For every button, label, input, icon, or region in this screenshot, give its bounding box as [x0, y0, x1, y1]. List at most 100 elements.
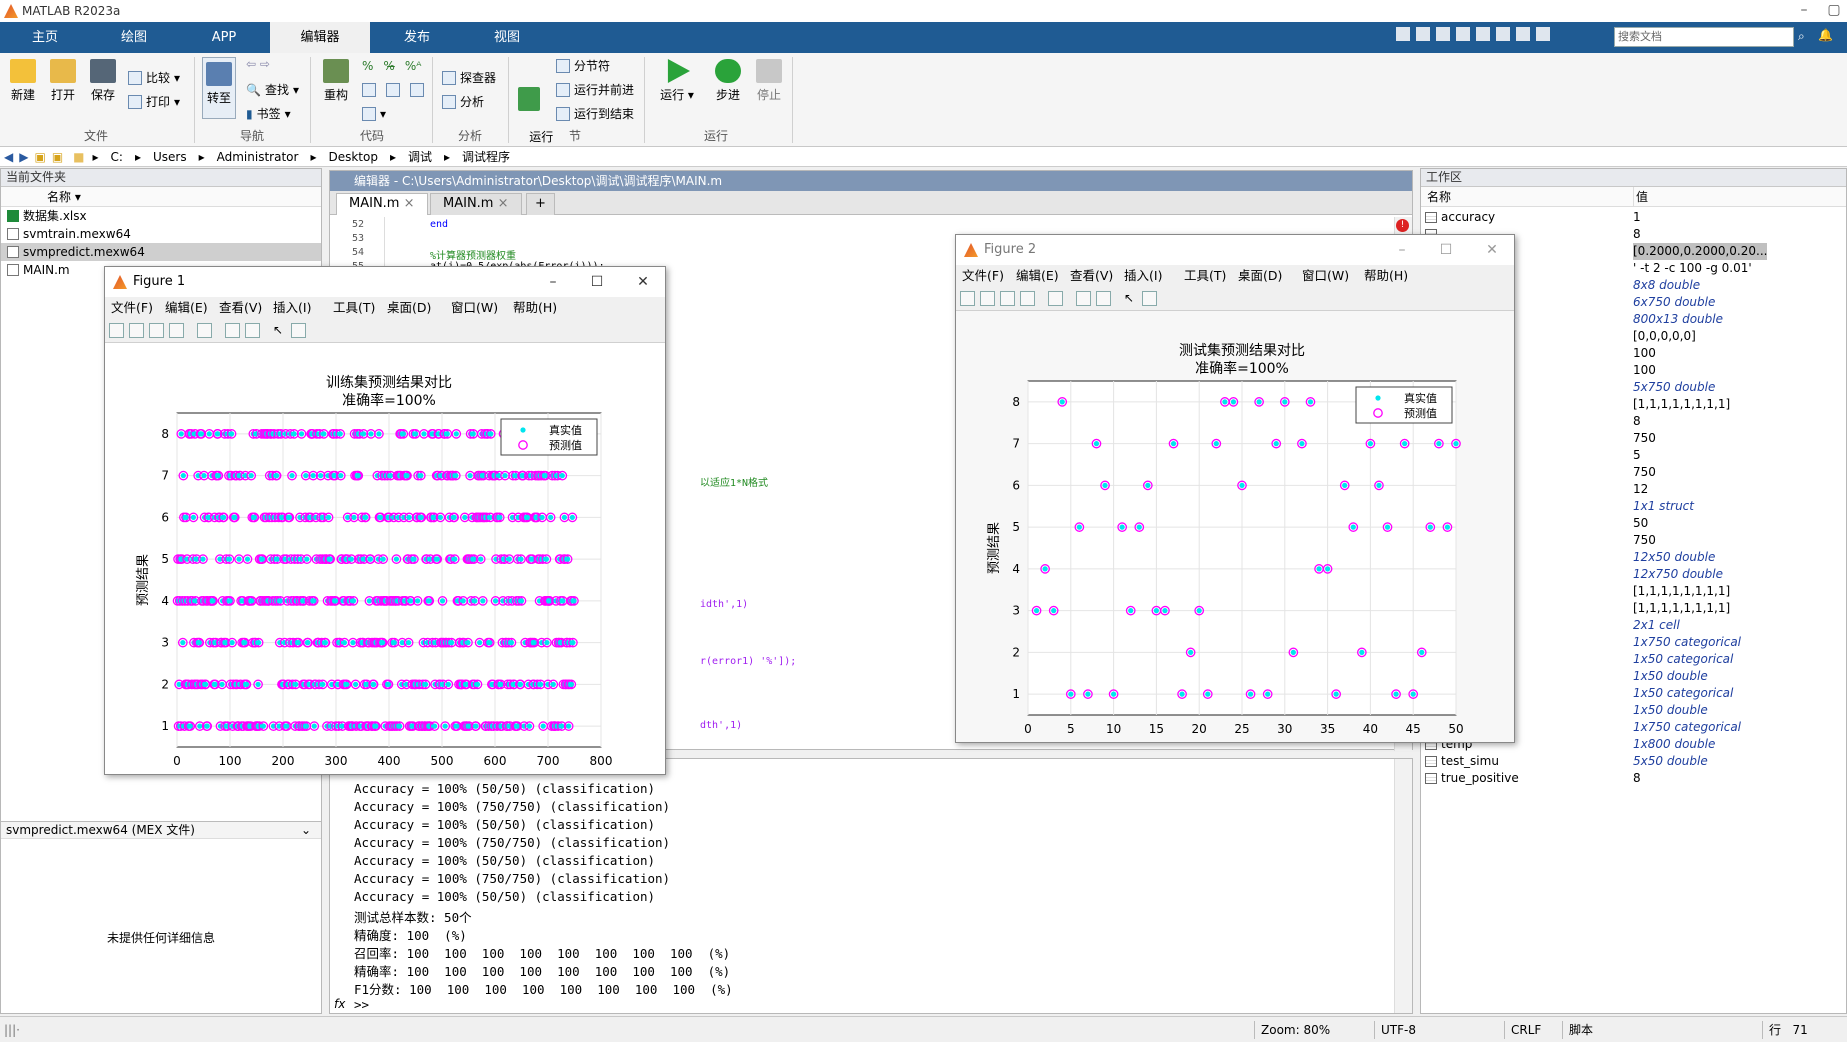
save-figure-icon[interactable]	[1000, 291, 1015, 306]
copy-icon[interactable]	[1436, 27, 1450, 41]
run-button[interactable]: 运行 ▾	[660, 59, 694, 103]
figure-menu-item[interactable]: 插入(I)	[1124, 265, 1162, 287]
chevron-down-icon[interactable]: ⌄	[301, 822, 311, 839]
training-scatter-chart[interactable]: 0 100 200 300 400 500 600 700 800 1 2 3 4 5 6 7 8 训练集预测结果…	[105, 343, 665, 789]
path-segment[interactable]: 调试	[408, 148, 432, 165]
command-prompt[interactable]: >>	[354, 997, 369, 1012]
name-column-header[interactable]: 名称	[47, 190, 71, 204]
step-button[interactable]: 步进	[710, 59, 746, 103]
figure-menu-item[interactable]: 工具(T)	[333, 297, 375, 319]
figure-menu-item[interactable]: 查看(V)	[219, 297, 262, 319]
switch-windows-icon[interactable]	[1516, 27, 1530, 41]
property-inspector-icon[interactable]	[291, 323, 306, 338]
bookmark-button[interactable]: ▮ 书签 ▾	[246, 105, 291, 122]
minimize-icon[interactable]: –	[1382, 235, 1422, 265]
smart-indent-icon[interactable]	[362, 83, 376, 97]
section-break-button[interactable]: 分节符	[556, 57, 610, 74]
figure-menu-item[interactable]: 编辑(E)	[1016, 265, 1059, 287]
workspace-row[interactable]: test_simu 5x50 double	[1421, 753, 1847, 770]
file-detail-header[interactable]: svmpredict.mexw64 (MEX 文件) ⌄	[1, 821, 321, 839]
tab-publish[interactable]: 发布	[370, 22, 464, 53]
maximize-icon[interactable]: ▢	[1814, 0, 1847, 22]
name-column-header[interactable]: 名称	[1427, 187, 1451, 207]
figure-menu-item[interactable]: 桌面(D)	[1238, 265, 1282, 287]
colorbar-icon[interactable]	[1076, 291, 1091, 306]
back-arrow-icon[interactable]: ◀	[4, 150, 13, 164]
fx-insert-button[interactable]: ▾	[362, 107, 386, 121]
code-format-buttons[interactable]: % %̶ %ᴬ	[362, 59, 421, 73]
current-folder-path-bar[interactable]: ◀ ▶ ▣ ▣ ■ ▸ C: ▸ Users ▸ Administrator ▸…	[0, 147, 1847, 167]
figure-menu-item[interactable]: 帮助(H)	[513, 297, 557, 319]
undo-icon[interactable]	[1476, 27, 1490, 41]
goto-button[interactable]: 转至	[202, 57, 236, 119]
up-folder-icon[interactable]: ▣	[34, 150, 45, 164]
print-figure-icon[interactable]	[1020, 291, 1035, 306]
editor-tab-main[interactable]: MAIN.m ×	[336, 193, 428, 215]
command-window-scrollbar[interactable]	[1394, 759, 1412, 1013]
figure-menu-item[interactable]: 文件(F)	[962, 265, 1004, 287]
minimize-icon[interactable]: –	[533, 267, 573, 297]
stop-button[interactable]: 停止	[752, 59, 786, 103]
figure-menu-item[interactable]: 窗口(W)	[1302, 265, 1349, 287]
figure-2-window[interactable]: Figure 2 – ☐ ✕ 文件(F) 编辑(E) 查看(V) 插入(I) 工具(T)…	[955, 234, 1515, 757]
add-tab-button[interactable]: +	[526, 193, 555, 215]
code-fragment[interactable]: r(error1) '%']);	[700, 656, 796, 667]
tab-plots[interactable]: 绘图	[90, 22, 178, 53]
path-segment[interactable]: Desktop	[328, 150, 378, 164]
colorbar-icon[interactable]	[225, 323, 240, 338]
tab-view[interactable]: 视图	[464, 22, 550, 53]
figure-menu-item[interactable]: 编辑(E)	[165, 297, 208, 319]
run-and-advance-button[interactable]: 运行并前进	[556, 81, 634, 98]
browse-folder-icon[interactable]: ▣	[52, 150, 63, 164]
back-forward-buttons[interactable]: ⇦ ⇨	[246, 57, 270, 71]
print-figure-icon[interactable]	[169, 323, 184, 338]
print-button[interactable]: 打印 ▾	[128, 93, 180, 110]
pointer-icon[interactable]: ↖	[273, 323, 288, 338]
pointer-icon[interactable]: ↖	[1124, 291, 1139, 306]
code-line-comment[interactable]: %计算器预测器权重	[430, 247, 516, 262]
fx-icon[interactable]: fx	[334, 997, 345, 1011]
link-plot-icon[interactable]	[1048, 291, 1063, 306]
maximize-icon[interactable]: ☐	[1426, 235, 1466, 265]
figure-menu-item[interactable]: 桌面(D)	[387, 297, 431, 319]
uncomment-icon[interactable]: %̶	[383, 59, 394, 73]
legend-icon[interactable]	[245, 323, 260, 338]
code-line[interactable]: end	[430, 219, 448, 230]
refactor-button[interactable]: 重构	[318, 59, 354, 103]
path-segment[interactable]: C:	[111, 150, 123, 164]
tab-apps[interactable]: APP	[178, 22, 270, 53]
error-indicator-icon[interactable]: !	[1396, 219, 1409, 232]
path-segment[interactable]: 调试程序	[462, 148, 510, 165]
close-icon[interactable]: ×	[404, 196, 415, 211]
legend-icon[interactable]	[1096, 291, 1111, 306]
file-list-header[interactable]: 名称 ▾	[1, 187, 321, 207]
search-icon[interactable]: ⌕	[1798, 29, 1805, 44]
save-icon[interactable]	[1396, 27, 1410, 41]
code-fragment[interactable]: idth',1)	[700, 599, 748, 610]
save-figure-icon[interactable]	[149, 323, 164, 338]
code-fragment[interactable]: 以适应1*N格式	[700, 474, 768, 489]
tab-editor[interactable]: 编辑器	[270, 22, 370, 53]
close-icon[interactable]: ✕	[623, 267, 663, 297]
analyze-button[interactable]: 分析	[442, 93, 484, 110]
figure-menu-item[interactable]: 文件(F)	[111, 297, 153, 319]
cut-icon[interactable]	[1416, 27, 1430, 41]
forward-arrow-icon[interactable]: ▶	[19, 150, 28, 164]
close-icon[interactable]: ✕	[1472, 235, 1512, 265]
tab-home[interactable]: 主页	[0, 22, 90, 53]
compare-button[interactable]: 比较 ▾	[128, 69, 180, 86]
maximize-icon[interactable]: ☐	[577, 267, 617, 297]
new-figure-icon[interactable]	[109, 323, 124, 338]
indent-buttons[interactable]	[362, 83, 424, 97]
figure-menu-item[interactable]: 查看(V)	[1070, 265, 1113, 287]
figure-1-window[interactable]: Figure 1 – ☐ ✕ 文件(F) 编辑(E) 查看(V) 插入(I) 工具(T)…	[104, 266, 666, 789]
open-file-icon[interactable]	[129, 323, 144, 338]
test-scatter-chart[interactable]: 0 5 10 15 20 25 30 35 40 45 5012345678测试集预测结果对比准确率…	[956, 311, 1514, 757]
indent-icon[interactable]	[386, 83, 400, 97]
file-row-selected[interactable]: svmpredict.mexw64	[1, 243, 321, 261]
run-to-end-button[interactable]: 运行到结束	[556, 105, 634, 122]
open-button[interactable]: 打开	[46, 59, 80, 103]
figure-menu-item[interactable]: 插入(I)	[273, 297, 311, 319]
find-button[interactable]: 🔍 查找 ▾	[246, 81, 299, 98]
link-plot-icon[interactable]	[197, 323, 212, 338]
